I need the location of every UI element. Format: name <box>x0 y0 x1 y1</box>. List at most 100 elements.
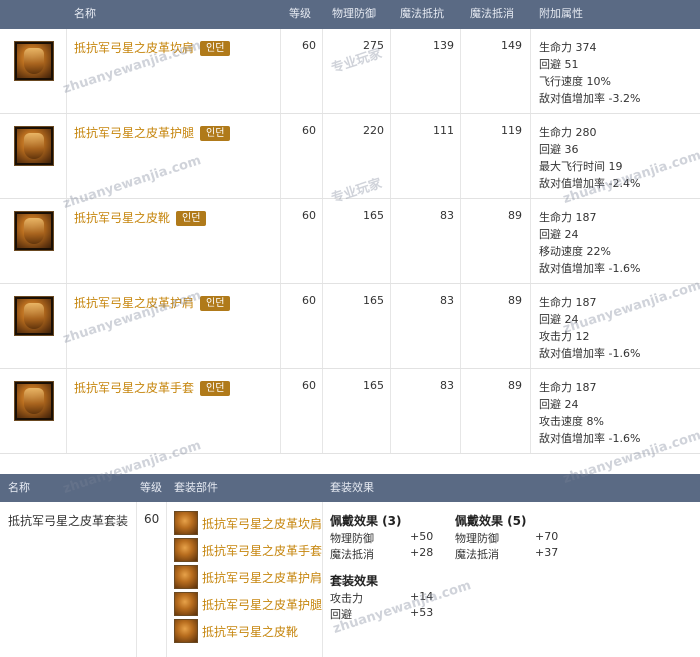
item-attributes: 生命力 187 回避 24 移动速度 22% 敌对值增加率 -1.6% <box>539 209 640 277</box>
col-name: 名称 <box>74 7 96 20</box>
item-physical-defense: 165 <box>363 379 384 392</box>
item-level: 60 <box>302 209 316 222</box>
effect-key: 物理防御 <box>455 532 499 545</box>
attribute-line: 回避 36 <box>539 143 579 156</box>
effect-key: 魔法抵消 <box>330 548 374 561</box>
set-piece[interactable]: 抵抗军弓星之皮革手套 <box>174 537 322 563</box>
item-level: 60 <box>302 379 316 392</box>
armor-icon[interactable] <box>14 211 54 251</box>
attribute-line: 敌对值增加率 -2.4% <box>539 177 641 190</box>
attribute-line: 回避 24 <box>539 398 579 411</box>
set-piece-label: 抵抗军弓星之皮革坎肩 <box>202 516 323 531</box>
attribute-line: 生命力 187 <box>539 211 597 224</box>
item-level: 60 <box>302 124 316 137</box>
effect-key: 物理防御 <box>330 532 374 545</box>
item-row: 抵抗军弓星之皮靴 인던 60 165 83 89 生命力 187 回避 24 移动速度 22% 敌… <box>0 199 700 284</box>
attribute-line: 最大飞行时间 19 <box>539 160 623 173</box>
item-name[interactable]: 抵抗军弓星之皮革护腿 인던 <box>74 124 231 141</box>
set-col-name: 名称 <box>8 481 30 494</box>
wear-effect-3: 佩戴效果 (3) 物理防御 +50 魔法抵消 +28 <box>330 512 450 562</box>
effect-key: 回避 <box>330 608 352 621</box>
item-name-label: 抵抗军弓星之皮革手套 <box>74 381 195 395</box>
armor-icon[interactable] <box>14 296 54 336</box>
set-name: 抵抗军弓星之皮革套装 <box>8 514 129 528</box>
attribute-line: 回避 24 <box>539 228 579 241</box>
set-piece-label: 抵抗军弓星之皮革护肩 <box>202 570 323 585</box>
armor-icon[interactable] <box>14 41 54 81</box>
set-piece[interactable]: 抵抗军弓星之皮革坎肩 <box>174 510 322 536</box>
armor-icon <box>174 565 198 589</box>
item-row: 抵抗军弓星之皮革手套 인던 60 165 83 89 生命力 187 回避 24 攻击速度 8%… <box>0 369 700 454</box>
dungeon-tag: 인던 <box>200 41 231 56</box>
wear-effect-5: 佩戴效果 (5) 物理防御 +70 魔法抵消 +37 <box>455 512 575 562</box>
item-physical-defense: 275 <box>363 39 384 52</box>
set-piece[interactable]: 抵抗军弓星之皮革护肩 <box>174 564 322 590</box>
dungeon-tag: 인던 <box>200 296 231 311</box>
col-physical-defense: 物理防御 <box>332 7 376 20</box>
set-piece-label: 抵抗军弓星之皮靴 <box>202 624 299 639</box>
set-col-effect: 套装效果 <box>330 481 374 494</box>
attribute-line: 敌对值增加率 -1.6% <box>539 262 641 275</box>
item-attributes: 生命力 187 回避 24 攻击速度 8% 敌对值增加率 -1.6% <box>539 379 640 447</box>
attribute-line: 回避 51 <box>539 58 579 71</box>
armor-icon <box>174 619 198 643</box>
item-magic-resist: 83 <box>440 379 454 392</box>
item-level: 60 <box>302 294 316 307</box>
item-magic-resist: 83 <box>440 294 454 307</box>
attribute-line: 攻击力 12 <box>539 330 590 343</box>
item-name[interactable]: 抵抗军弓星之皮靴 인던 <box>74 209 207 226</box>
item-magic-absorb: 89 <box>508 294 522 307</box>
item-row: 抵抗军弓星之皮革护腿 인던 60 220 111 119 生命力 280 回避 36 最大飞行时… <box>0 114 700 199</box>
effect-value: +70 <box>535 530 559 543</box>
effect-value: +37 <box>535 546 559 559</box>
attribute-line: 移动速度 22% <box>539 245 611 258</box>
attribute-line: 攻击速度 8% <box>539 415 604 428</box>
effect-value: +28 <box>410 546 434 559</box>
attribute-line: 生命力 280 <box>539 126 597 139</box>
attribute-line: 回避 24 <box>539 313 579 326</box>
armor-icon[interactable] <box>14 126 54 166</box>
item-magic-absorb: 119 <box>501 124 522 137</box>
item-magic-resist: 83 <box>440 209 454 222</box>
item-name-label: 抵抗军弓星之皮革护腿 <box>74 126 195 140</box>
set-piece[interactable]: 抵抗军弓星之皮靴 <box>174 618 298 644</box>
item-name[interactable]: 抵抗军弓星之皮革护肩 인던 <box>74 294 231 311</box>
item-level: 60 <box>302 39 316 52</box>
item-name-label: 抵抗军弓星之皮革护肩 <box>74 296 195 310</box>
set-piece[interactable]: 抵抗军弓星之皮革护腿 <box>174 591 322 617</box>
attribute-line: 生命力 187 <box>539 296 597 309</box>
set-effect: 套装效果 攻击力 +14 回避 +53 <box>330 572 450 622</box>
attribute-line: 敌对值增加率 -1.6% <box>539 432 641 445</box>
item-physical-defense: 165 <box>363 209 384 222</box>
armor-icon <box>174 592 198 616</box>
armor-icon[interactable] <box>14 381 54 421</box>
set-piece-label: 抵抗军弓星之皮革手套 <box>202 543 323 558</box>
effect-value: +14 <box>410 590 434 603</box>
item-row: 抵抗军弓星之皮革坎肩 인던 60 275 139 149 生命力 374 回避 51 飞行速度 … <box>0 29 700 114</box>
set-effect-title: 套装效果 <box>330 574 379 588</box>
set-col-level: 等级 <box>140 481 162 494</box>
item-physical-defense: 220 <box>363 124 384 137</box>
wear-effect-3-title: 佩戴效果 (3) <box>330 514 402 528</box>
set-col-pieces: 套装部件 <box>174 481 218 494</box>
item-name[interactable]: 抵抗军弓星之皮革坎肩 인던 <box>74 39 231 56</box>
item-magic-resist: 139 <box>433 39 454 52</box>
set-level: 60 <box>144 512 160 526</box>
item-attributes: 生命力 374 回避 51 飞行速度 10% 敌对值增加率 -3.2% <box>539 39 640 107</box>
item-name[interactable]: 抵抗军弓星之皮革手套 인던 <box>74 379 231 396</box>
item-magic-absorb: 89 <box>508 379 522 392</box>
attribute-line: 生命力 187 <box>539 381 597 394</box>
item-magic-resist: 111 <box>433 124 454 137</box>
col-magic-absorb: 魔法抵消 <box>470 7 514 20</box>
col-magic-resist: 魔法抵抗 <box>400 7 444 20</box>
item-attributes: 生命力 280 回避 36 最大飞行时间 19 敌对值增加率 -2.4% <box>539 124 640 192</box>
item-table-header: 名称 等级 物理防御 魔法抵抗 魔法抵消 附加属性 <box>0 0 700 29</box>
dungeon-tag: 인던 <box>200 381 231 396</box>
wear-effect-5-title: 佩戴效果 (5) <box>455 514 527 528</box>
attribute-line: 敌对值增加率 -3.2% <box>539 92 641 105</box>
attribute-line: 飞行速度 10% <box>539 75 611 88</box>
dungeon-tag: 인던 <box>176 211 207 226</box>
effect-value: +53 <box>410 606 434 619</box>
set-table-header: 名称 等级 套装部件 套装效果 <box>0 474 700 502</box>
item-physical-defense: 165 <box>363 294 384 307</box>
